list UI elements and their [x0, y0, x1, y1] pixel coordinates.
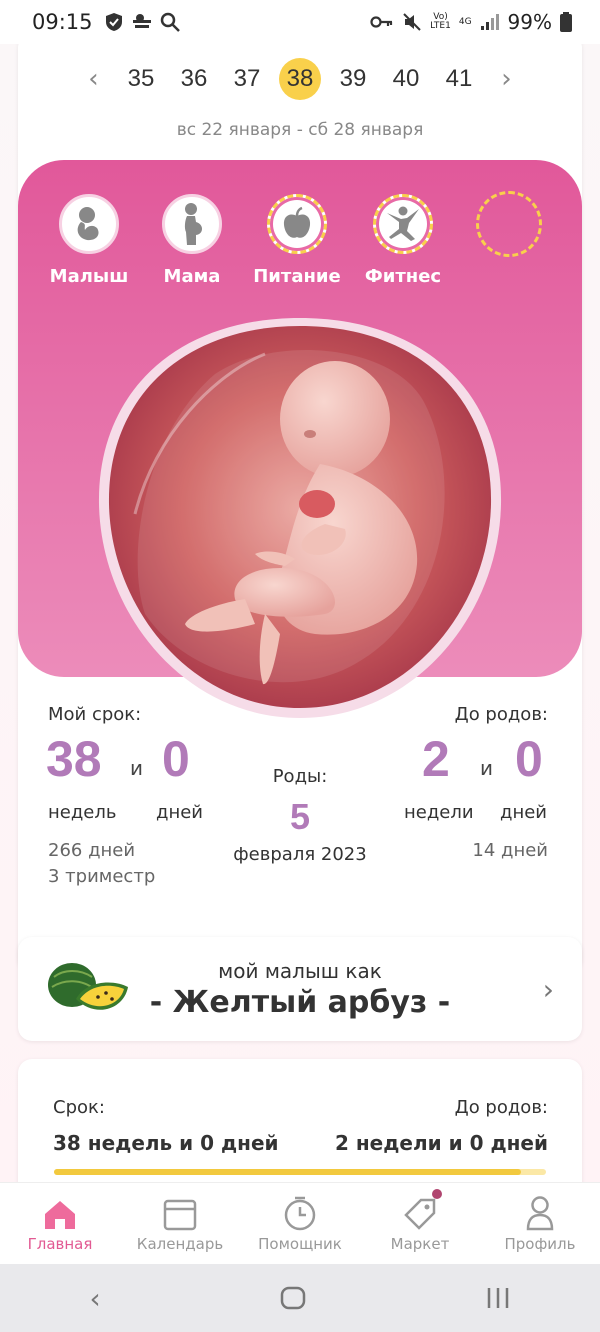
- my-term-label: Мой срок:: [48, 704, 142, 725]
- week-item[interactable]: 41: [433, 65, 486, 93]
- home-icon: [45, 1201, 75, 1229]
- baby-size-card[interactable]: мой малыш как - Желтый арбуз - ›: [18, 937, 582, 1041]
- baby-size-fruit: - Желтый арбуз -: [149, 985, 451, 1020]
- week-item[interactable]: 35: [115, 65, 168, 93]
- tag-icon: [404, 1198, 436, 1230]
- profile-icon: [526, 1196, 554, 1231]
- baby-size-caption: мой малыш как: [218, 959, 382, 983]
- nav-calendar[interactable]: Календарь: [120, 1183, 240, 1264]
- bottom-navigation: Главная Календарь Помощник Маркет Профил…: [0, 1182, 600, 1264]
- tab-label: Фитнес: [364, 266, 442, 287]
- fetus-illustration[interactable]: [95, 314, 505, 724]
- back-icon[interactable]: ‹: [89, 1282, 100, 1315]
- key-icon: [370, 16, 393, 28]
- week-date-range: вс 22 января - сб 28 января: [176, 120, 424, 140]
- volte-indicator: Vo) LTE1: [430, 12, 451, 31]
- progress-fill: [54, 1169, 522, 1175]
- nav-label: Профиль: [504, 1235, 576, 1253]
- week-item[interactable]: 37: [221, 65, 274, 93]
- nav-home[interactable]: Главная: [0, 1183, 120, 1264]
- to-birth-label: До родов:: [454, 704, 548, 725]
- next-week-button[interactable]: ›: [486, 64, 528, 94]
- mute-icon: [403, 13, 421, 31]
- left-days-value: 0: [515, 731, 543, 787]
- week-item[interactable]: 39: [327, 65, 380, 93]
- progress-card: Срок: 38 недель и 0 дней До родов: 2 нед…: [18, 1059, 582, 1182]
- nav-assistant[interactable]: Помощник: [240, 1183, 360, 1264]
- left-days-unit: дней: [500, 802, 547, 823]
- week-item[interactable]: 36: [168, 65, 221, 93]
- status-time: 09:15: [32, 10, 93, 34]
- birth-day: 5: [289, 796, 311, 837]
- tab-label: Мама: [163, 266, 221, 287]
- pregnant-woman-icon: [184, 203, 202, 245]
- yoga-icon: [387, 206, 419, 241]
- tab-baby[interactable]: Малыш: [34, 190, 144, 287]
- trimester: 3 триместр: [48, 866, 156, 887]
- tab-nutrition[interactable]: Питание: [242, 190, 352, 287]
- weather-icon: [132, 14, 151, 28]
- recents-icon[interactable]: [485, 1286, 511, 1310]
- main-content[interactable]: ‹ 35 36 37 38 39 40 41 › вс 22 января - …: [0, 44, 600, 1182]
- apple-icon: [283, 206, 311, 238]
- progress-term-label: Срок:: [53, 1097, 105, 1118]
- pregnancy-progress-bar: [54, 1169, 546, 1175]
- week-item[interactable]: 40: [380, 65, 433, 93]
- tab-label: Малыш: [49, 266, 129, 287]
- week-selector: ‹ 35 36 37 38 39 40 41 ›: [0, 54, 600, 104]
- status-bar: 09:15 Vo) LTE1 4G 99%: [0, 0, 600, 44]
- battery-percent: 99%: [507, 10, 552, 34]
- nav-market[interactable]: Маркет: [360, 1183, 480, 1264]
- left-weeks-unit: недели: [404, 802, 474, 823]
- search-icon: [160, 12, 180, 32]
- tab-label: Питание: [253, 266, 341, 287]
- birth-label: Роды:: [272, 766, 328, 787]
- tab-fitness[interactable]: Фитнес: [348, 190, 458, 287]
- signal-icon: [480, 14, 499, 30]
- notification-dot: [432, 1189, 442, 1199]
- timer-icon: [284, 1196, 316, 1231]
- category-tabs: Малыш Мама Питание Фитнес: [18, 190, 582, 300]
- chevron-right-icon: ›: [542, 973, 554, 1006]
- week-item-selected[interactable]: 38: [274, 58, 327, 100]
- nav-label: Календарь: [136, 1235, 224, 1253]
- system-navigation-bar: ‹: [0, 1264, 600, 1332]
- network-type: 4G: [458, 16, 472, 27]
- shield-icon: [105, 13, 122, 31]
- progress-left-label: До родов:: [454, 1097, 548, 1118]
- progress-term-value: 38 недель и 0 дней: [53, 1131, 279, 1155]
- nav-profile[interactable]: Профиль: [480, 1183, 600, 1264]
- and-text: и: [480, 756, 493, 780]
- term-info: Мой срок: 38 и 0 недель дней 266 дней 3 …: [18, 690, 582, 920]
- nav-label: Главная: [27, 1235, 93, 1253]
- battery-icon: [560, 12, 572, 32]
- baby-icon: [77, 207, 99, 241]
- progress-left-value: 2 недели и 0 дней: [334, 1131, 548, 1155]
- left-total-days: 14 дней: [472, 840, 548, 861]
- prev-week-button[interactable]: ‹: [73, 64, 115, 94]
- left-weeks-value: 2: [422, 731, 450, 787]
- calendar-icon: [163, 1199, 197, 1231]
- tab-empty[interactable]: [454, 190, 564, 257]
- nav-label: Маркет: [390, 1235, 450, 1253]
- empty-slot-icon: [476, 191, 542, 257]
- nav-label: Помощник: [258, 1235, 342, 1253]
- home-button-icon[interactable]: [280, 1286, 306, 1310]
- tab-mom[interactable]: Мама: [137, 190, 247, 287]
